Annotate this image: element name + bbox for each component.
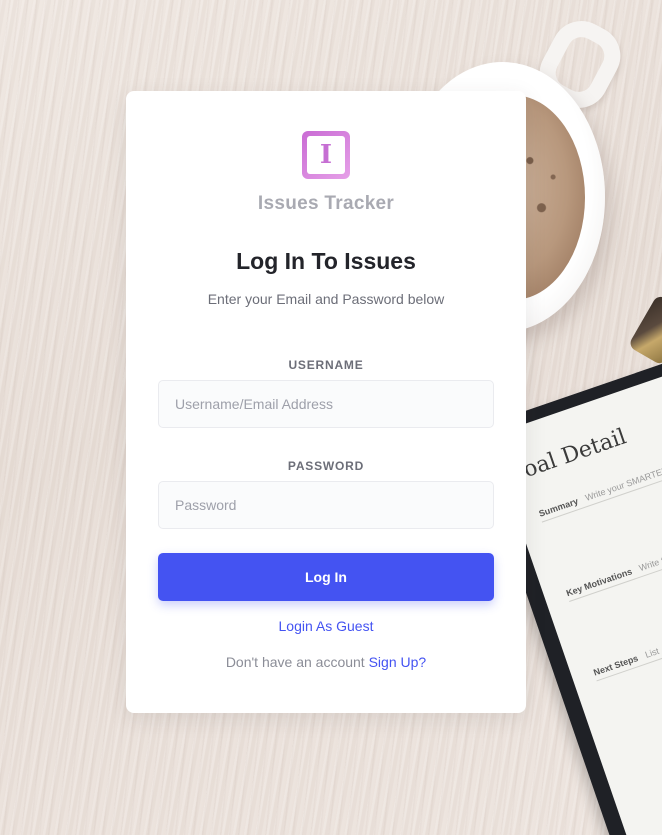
- password-input[interactable]: [158, 481, 494, 529]
- login-card: I Issues Tracker Log In To Issues Enter …: [126, 91, 526, 713]
- username-label: USERNAME: [288, 358, 364, 372]
- notebook-row-hint: Write the: [637, 552, 662, 574]
- signup-link[interactable]: Sign Up?: [369, 654, 427, 670]
- notebook-row-label: Summary: [537, 495, 580, 519]
- notebook-row-hint: Write your SMARTER: [583, 464, 662, 503]
- password-label: PASSWORD: [287, 459, 365, 473]
- login-button[interactable]: Log In: [158, 553, 494, 601]
- notebook-row-label: Next Steps: [592, 653, 640, 678]
- logo-letter: I: [307, 136, 345, 174]
- logo-container: I: [126, 131, 526, 179]
- guest-login-row: Login As Guest: [126, 618, 526, 634]
- notebook-row-hint: List: [643, 645, 661, 660]
- notebook-row: Key MotivationsWrite the: [564, 502, 662, 603]
- notebook-row: Next StepsList: [592, 582, 662, 682]
- page-subtitle: Enter your Email and Password below: [207, 291, 445, 307]
- pen: [627, 294, 662, 366]
- notebook-title: oal Detail: [520, 424, 630, 483]
- app-logo-icon: I: [302, 131, 350, 179]
- brand-name: Issues Tracker: [257, 193, 395, 214]
- signup-prompt: Don't have an account: [225, 654, 365, 670]
- notebook-row-label: Key Motivations: [564, 566, 634, 599]
- username-input[interactable]: [158, 380, 494, 428]
- page-title: Log In To Issues: [236, 248, 416, 274]
- signup-row: Don't have an account Sign Up?: [126, 654, 526, 670]
- guest-login-link[interactable]: Login As Guest: [279, 618, 374, 634]
